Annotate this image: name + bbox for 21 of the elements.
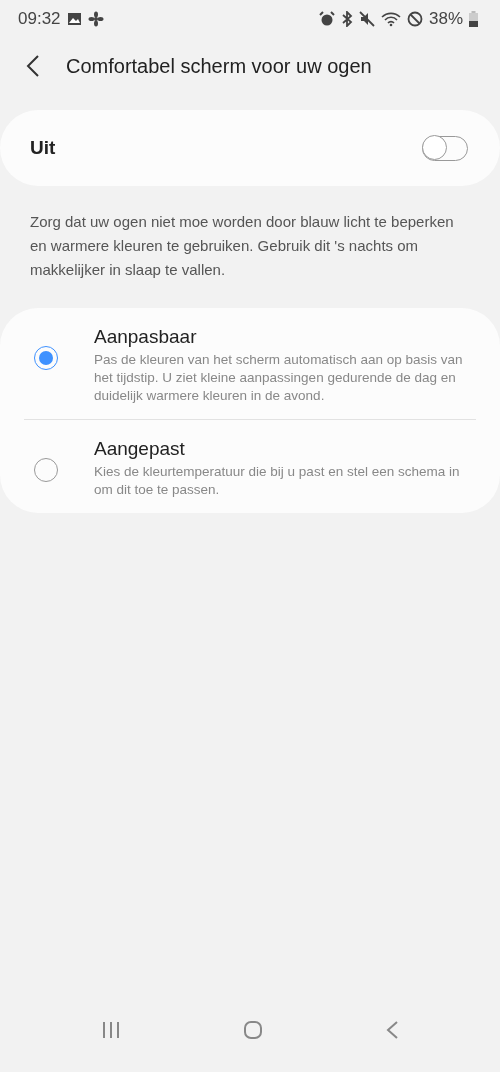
fan-icon bbox=[87, 11, 104, 27]
wifi-icon bbox=[380, 11, 401, 27]
option-title: Aangepast bbox=[94, 438, 186, 460]
recent-apps-icon bbox=[101, 1021, 121, 1039]
option-summary: Kies de kleurtemperatuur die bij u past en stel een schema in om dit toe te passen. bbox=[94, 463, 461, 499]
page-title: Comfortabel scherm voor uw ogen bbox=[66, 54, 372, 78]
back-icon bbox=[26, 54, 40, 78]
blocked-icon bbox=[406, 11, 423, 27]
alarm-icon bbox=[318, 11, 335, 27]
bluetooth-icon bbox=[340, 11, 353, 27]
switch-label: Uit bbox=[30, 137, 56, 159]
status-time: 09:32 bbox=[18, 9, 61, 29]
description-text: Zorg dat uw ogen niet moe worden door blauw licht te beperken en warmere kleuren te gebruiken. Gebruik dit 's nachts om makkelijker in slaap te vallen. bbox=[30, 212, 455, 280]
battery-percentage: 38% bbox=[428, 9, 463, 29]
option-summary: Pas de kleuren van het scherm automatisch aan op basis van het tijdstip. U ziet kleine aanpassingen gedurende de dag en duidelijk warmere kleuren in de avond. bbox=[94, 351, 464, 405]
battery-icon bbox=[469, 11, 478, 27]
mute-icon bbox=[358, 11, 375, 27]
option-title: Aanpasbaar bbox=[94, 326, 198, 348]
home-icon bbox=[243, 1020, 263, 1040]
back-icon bbox=[385, 1020, 399, 1040]
image-icon bbox=[66, 12, 82, 26]
